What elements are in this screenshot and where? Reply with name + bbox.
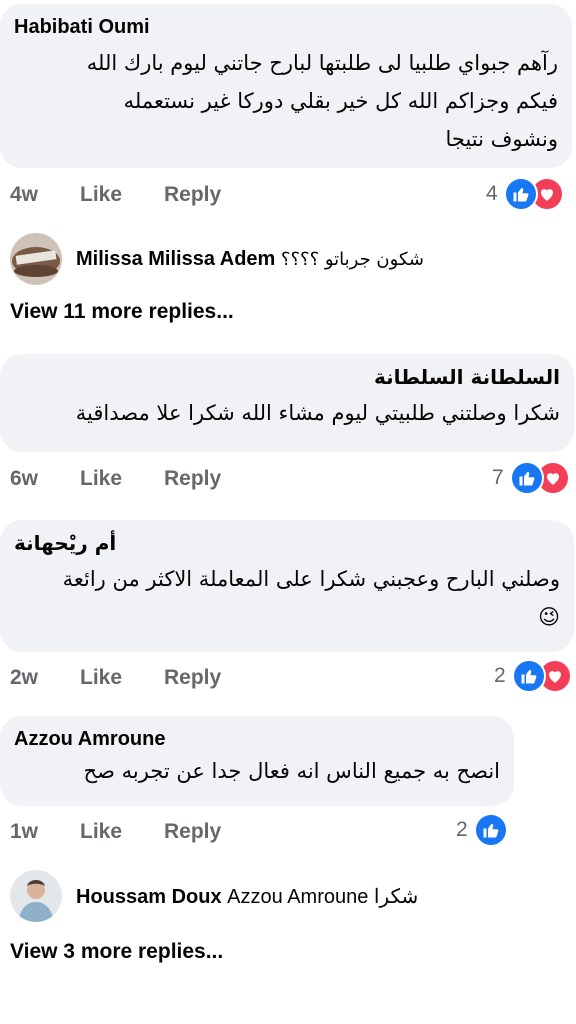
- comment-text: رآهم جبواي طلبيا لى طلبتها لبارح جاتني ل…: [14, 44, 558, 158]
- comment-time[interactable]: 1w: [10, 820, 80, 844]
- comment-author[interactable]: أم ريْحهانة: [14, 530, 560, 556]
- view-more-replies[interactable]: View 11 more replies...: [10, 300, 234, 324]
- like-button[interactable]: Like: [80, 666, 164, 690]
- comment-time[interactable]: 4w: [10, 183, 80, 207]
- comment-time[interactable]: 6w: [10, 467, 80, 491]
- reply-button[interactable]: Reply: [164, 467, 221, 491]
- reaction-summary[interactable]: 4: [486, 177, 564, 211]
- comment-text: شكرا وصلتني طلبيتي ليوم مشاء الله شكرا ع…: [14, 394, 560, 432]
- reply-item: Milissa Milissa Adem شكون جرباتو ؟؟؟؟: [10, 233, 424, 285]
- reply-button[interactable]: Reply: [164, 666, 221, 690]
- comment-actions: 4w Like Reply: [10, 180, 221, 210]
- comment-bubble: السلطانة السلطانة شكرا وصلتني طلبيتي ليو…: [0, 354, 574, 452]
- like-icon: [503, 177, 538, 211]
- comment-text: انصح به جميع الناس انه فعال جدا عن تجربه…: [14, 752, 500, 790]
- reaction-summary[interactable]: 2: [456, 813, 508, 847]
- like-button[interactable]: Like: [80, 183, 164, 207]
- comment-line: رآهم جبواي طلبيا لى طلبتها لبارح جاتني ل…: [86, 51, 558, 75]
- reply-text: شكون جرباتو ؟؟؟؟: [280, 248, 424, 270]
- comment-author[interactable]: Azzou Amroune: [14, 726, 500, 752]
- view-more-replies[interactable]: View 3 more replies...: [10, 940, 223, 964]
- reaction-summary[interactable]: 7: [492, 461, 570, 495]
- reply-item: Houssam Doux Azzou Amroune شكرا: [10, 870, 418, 922]
- like-icon: [511, 659, 546, 693]
- reply-author[interactable]: Houssam Doux: [76, 886, 222, 908]
- reaction-count: 7: [492, 466, 504, 489]
- comment-line: وصلني البارح وعجبني شكرا على المعاملة ال…: [62, 567, 560, 591]
- comment-author[interactable]: Habibati Oumi: [14, 14, 558, 40]
- comment-bubble: Azzou Amroune انصح به جميع الناس انه فعا…: [0, 716, 514, 806]
- reaction-count: 2: [456, 818, 468, 841]
- comment-bubble: Habibati Oumi رآهم جبواي طلبيا لى طلبتها…: [0, 4, 572, 168]
- comment-line: شكرا وصلتني طلبيتي ليوم مشاء الله شكرا ع…: [75, 401, 560, 425]
- like-button[interactable]: Like: [80, 820, 164, 844]
- reply-author[interactable]: Milissa Milissa Adem: [76, 248, 275, 270]
- comment-actions: 1w Like Reply: [10, 817, 221, 847]
- like-icon: [509, 461, 544, 495]
- like-button[interactable]: Like: [80, 467, 164, 491]
- comment-time[interactable]: 2w: [10, 666, 80, 690]
- comment-author[interactable]: السلطانة السلطانة: [14, 364, 560, 390]
- reply-content: Houssam Doux Azzou Amroune شكرا: [76, 884, 418, 909]
- avatar[interactable]: [10, 233, 62, 285]
- reply-button[interactable]: Reply: [164, 183, 221, 207]
- comment-actions: 6w Like Reply: [10, 464, 221, 494]
- reply-button[interactable]: Reply: [164, 820, 221, 844]
- avatar[interactable]: [10, 870, 62, 922]
- reply-content: Milissa Milissa Adem شكون جرباتو ؟؟؟؟: [76, 248, 424, 271]
- comment-line: ونشوف نتيجا: [445, 127, 559, 151]
- reaction-count: 4: [486, 182, 498, 205]
- comment-bubble: أم ريْحهانة وصلني البارح وعجبني شكرا على…: [0, 520, 574, 652]
- comment-line: فيكم وجزاكم الله كل خير بقلي دوركا غير ن…: [123, 89, 558, 113]
- comment-actions: 2w Like Reply: [10, 663, 221, 693]
- comment-line: انصح به جميع الناس انه فعال جدا عن تجربه…: [83, 759, 500, 783]
- comment-line: 😉: [538, 605, 560, 629]
- comment-text: وصلني البارح وعجبني شكرا على المعاملة ال…: [14, 560, 560, 636]
- reaction-summary[interactable]: 2: [494, 659, 572, 693]
- reply-text: Azzou Amroune شكرا: [227, 885, 419, 908]
- like-icon: [473, 813, 508, 847]
- reaction-count: 2: [494, 664, 506, 687]
